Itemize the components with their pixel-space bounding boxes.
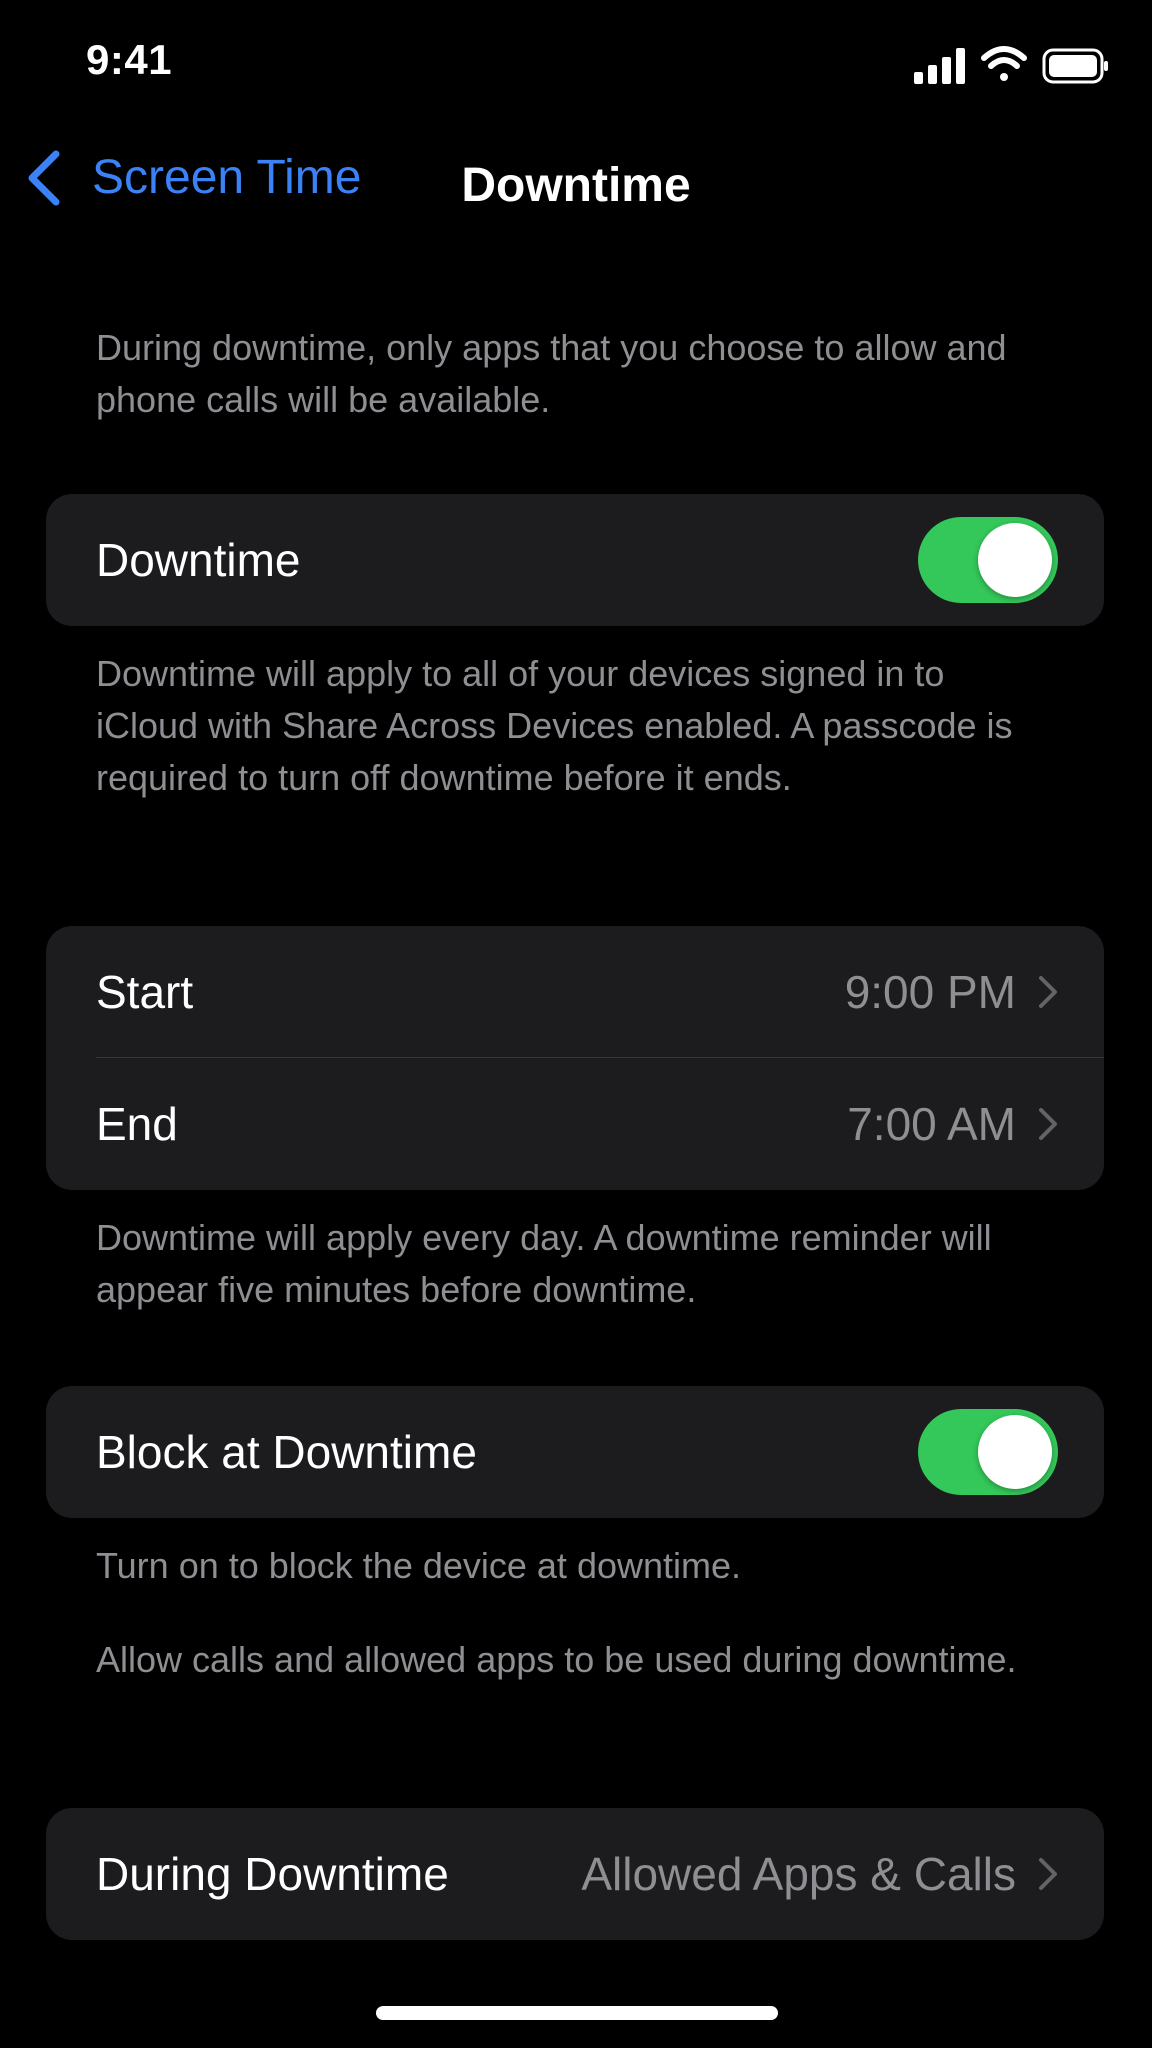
start-value: 9:00 PM <box>844 966 1016 1018</box>
toggle-knob <box>978 523 1052 597</box>
end-row[interactable]: End 7:00 AM <box>46 1058 1104 1190</box>
downtime-toggle-label: Downtime <box>96 534 301 586</box>
downtime-toggle-row: Downtime <box>46 494 1104 626</box>
downtime-toggle-group: Downtime <box>46 494 1104 626</box>
block-toggle-group: Block at Downtime <box>46 1386 1104 1518</box>
page-title: Downtime <box>461 159 691 212</box>
during-downtime-group: During Downtime Allowed Apps & Calls <box>46 1808 1104 1940</box>
block-toggle-label: Block at Downtime <box>96 1426 477 1478</box>
end-value: 7:00 AM <box>847 1098 1016 1150</box>
chevron-right-icon <box>1038 1107 1058 1141</box>
block-at-downtime-toggle[interactable] <box>918 1409 1058 1495</box>
during-downtime-row[interactable]: During Downtime Allowed Apps & Calls <box>46 1808 1104 1940</box>
schedule-note: Downtime will apply every day. A downtim… <box>96 1217 992 1310</box>
during-downtime-label: During Downtime <box>96 1848 449 1900</box>
block-toggle-row: Block at Downtime <box>46 1386 1104 1518</box>
status-time: 9:41 <box>86 36 173 83</box>
start-row[interactable]: Start 9:00 PM <box>46 926 1104 1058</box>
schedule-group: Start 9:00 PM End 7:00 AM <box>46 926 1104 1190</box>
end-label: End <box>96 1098 178 1150</box>
toggle-knob <box>978 1415 1052 1489</box>
cellular-signal-icon <box>914 48 965 84</box>
battery-icon <box>1042 48 1108 84</box>
during-downtime-value: Allowed Apps & Calls <box>581 1848 1016 1900</box>
chevron-right-icon <box>1038 975 1058 1009</box>
intro-note: During downtime, only apps that you choo… <box>96 327 1007 420</box>
status-icons <box>914 44 1110 88</box>
downtime-toggle[interactable] <box>918 517 1058 603</box>
block-note-allow: Allow calls and allowed apps to be used … <box>96 1639 1017 1680</box>
block-note-on: Turn on to block the device at downtime. <box>96 1545 742 1586</box>
chevron-right-icon <box>1038 1857 1058 1891</box>
start-label: Start <box>96 966 194 1018</box>
home-indicator[interactable] <box>376 2006 778 2020</box>
downtime-note: Downtime will apply to all of your devic… <box>96 653 1013 798</box>
wifi-icon <box>981 46 1027 81</box>
